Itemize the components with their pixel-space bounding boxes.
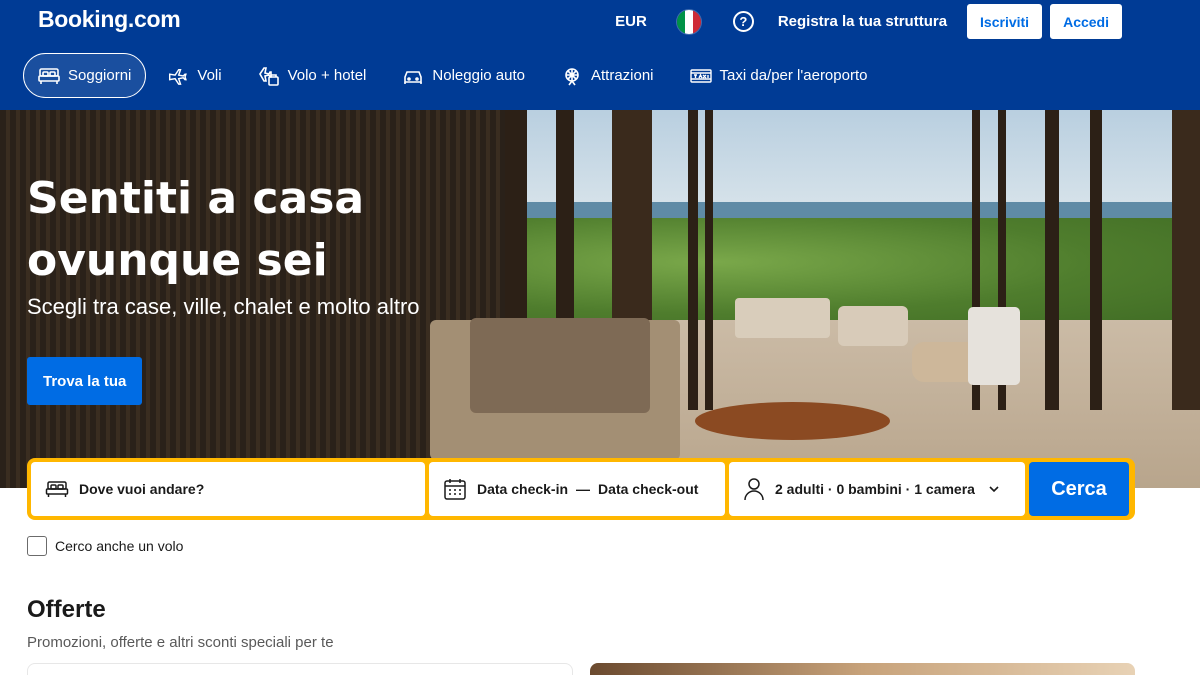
checkin-label: Data check-in bbox=[477, 481, 569, 497]
find-yours-button[interactable]: Trova la tua bbox=[27, 357, 143, 405]
signup-button[interactable]: Iscriviti bbox=[967, 4, 1043, 39]
nav-item-label: Volo + hotel bbox=[287, 67, 367, 84]
offer-card[interactable] bbox=[27, 663, 573, 675]
help-icon[interactable]: ? bbox=[732, 11, 754, 32]
language-flag-icon[interactable] bbox=[676, 9, 701, 34]
calendar-icon bbox=[444, 479, 466, 500]
search-bar: Dove vuoi andare? Data check-in — Data c… bbox=[27, 458, 1135, 520]
header-actions: EUR ? Registra la tua struttura Iscrivit… bbox=[615, 4, 1122, 39]
person-icon bbox=[744, 478, 764, 501]
hero-subtitle: Scegli tra case, ville, chalet e molto a… bbox=[27, 294, 420, 319]
nav-item-label: Taxi da/per l'aeroporto bbox=[719, 67, 868, 84]
plane-icon bbox=[169, 68, 188, 85]
offers-subtitle: Promozioni, offerte e altri sconti speci… bbox=[27, 634, 334, 651]
chevron-down-icon bbox=[989, 486, 999, 493]
nav-item-noleggio-auto[interactable]: Noleggio auto bbox=[387, 53, 540, 98]
taxi-icon bbox=[689, 68, 712, 83]
nav-item-label: Noleggio auto bbox=[432, 67, 525, 84]
bed-icon bbox=[45, 481, 69, 497]
destination-placeholder: Dove vuoi andare? bbox=[79, 481, 205, 497]
car-icon bbox=[404, 70, 423, 84]
date-separator: — bbox=[576, 481, 591, 497]
hero-title: Sentiti a casa ovunque sei bbox=[27, 173, 365, 286]
dates-field[interactable]: Data check-in — Data check-out bbox=[429, 462, 725, 516]
nav-item-attrazioni[interactable]: Attrazioni bbox=[546, 53, 669, 98]
nav-item-soggiorni[interactable]: Soggiorni bbox=[23, 53, 147, 98]
bed-icon bbox=[38, 67, 60, 84]
booking-logo[interactable]: Booking.com bbox=[38, 6, 181, 33]
nav-item-voli[interactable]: Voli bbox=[152, 53, 236, 98]
login-button[interactable]: Accedi bbox=[1050, 4, 1122, 39]
nav-item-label: Attrazioni bbox=[590, 67, 654, 84]
offer-card-image[interactable] bbox=[590, 663, 1135, 675]
offers-title: Offerte bbox=[27, 596, 106, 623]
flight-hotel-icon bbox=[258, 66, 279, 86]
flight-checkbox-row[interactable]: Cerco anche un volo bbox=[27, 536, 183, 556]
checkout-label: Data check-out bbox=[598, 481, 699, 497]
search-button[interactable]: Cerca bbox=[1029, 462, 1129, 516]
guests-field[interactable]: 2 adulti · 0 bambini · 1 camera bbox=[729, 462, 1025, 516]
top-header: Booking.com EUR ? Registra la tua strutt… bbox=[0, 0, 1200, 110]
flight-checkbox[interactable] bbox=[27, 536, 47, 556]
nav-item-volo-hotel[interactable]: Volo + hotel bbox=[243, 53, 382, 98]
guests-label: 2 adulti · 0 bambini · 1 camera bbox=[775, 481, 975, 497]
nav-item-label: Voli bbox=[197, 67, 222, 84]
product-nav: Soggiorni Voli Volo + hotel Noleggio aut… bbox=[23, 53, 888, 98]
destination-field[interactable]: Dove vuoi andare? bbox=[31, 462, 425, 516]
nav-item-taxi[interactable]: Taxi da/per l'aeroporto bbox=[675, 53, 883, 98]
currency-selector[interactable]: EUR bbox=[615, 13, 647, 30]
hero-banner: Sentiti a casa ovunque sei Scegli tra ca… bbox=[0, 110, 1200, 488]
attractions-icon bbox=[565, 67, 579, 85]
nav-item-label: Soggiorni bbox=[68, 67, 132, 84]
register-property-link[interactable]: Registra la tua struttura bbox=[778, 13, 947, 30]
flight-checkbox-label: Cerco anche un volo bbox=[55, 538, 184, 554]
